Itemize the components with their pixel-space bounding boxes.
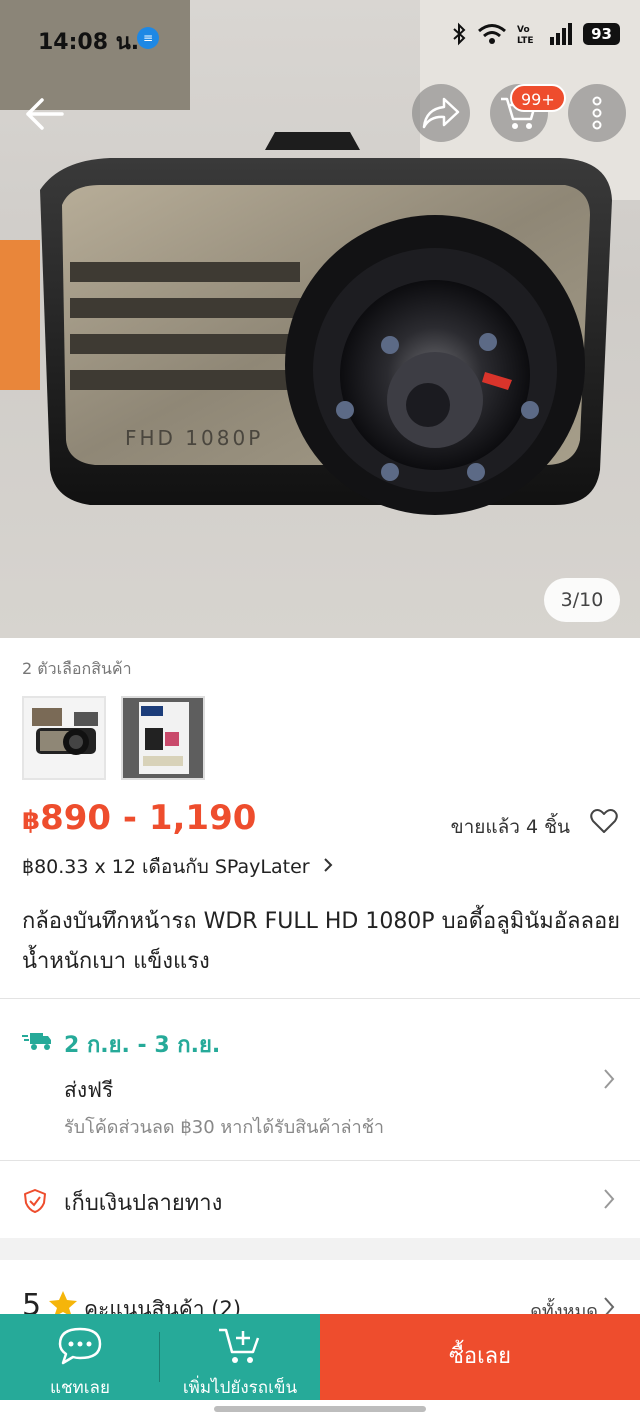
system-nav-area <box>0 1400 640 1428</box>
more-options-button[interactable] <box>568 84 626 142</box>
bluetooth-icon <box>453 22 466 46</box>
variant-thumbnail[interactable] <box>121 696 205 780</box>
currency-symbol: ฿ <box>22 806 41 836</box>
shipping-guarantee-text: รับโค้ดส่วนลด ฿30 หากได้รับสินค้าล่าช้า <box>64 1117 385 1138</box>
variants-label: 2 ตัวเลือกสินค้า <box>22 659 132 678</box>
image-counter: 3/10 <box>544 578 620 622</box>
back-button[interactable] <box>18 88 70 140</box>
variant-camera-image <box>24 698 104 778</box>
installment-link[interactable]: ฿80.33 x 12 เดือนกับ SPayLater <box>22 852 334 882</box>
wifi-icon <box>478 24 507 44</box>
product-image-carousel[interactable]: FHD 1080P 14:08 น. ≡ Vo LTE 93 99+ 3/10 <box>0 0 640 638</box>
add-cart-icon <box>219 1328 260 1363</box>
bottom-action-bar: แชทเลย เพิ่มไปยังรถเข็น ซื้อเลย <box>0 1314 640 1400</box>
status-bar: 14:08 น. ≡ Vo LTE 93 <box>0 0 640 76</box>
status-icons: Vo LTE 93 <box>451 22 620 46</box>
share-button[interactable] <box>412 84 470 142</box>
bottom-left-group: แชทเลย เพิ่มไปยังรถเข็น <box>0 1314 320 1400</box>
arrow-left-icon <box>26 98 64 130</box>
chat-button[interactable]: แชทเลย <box>0 1314 160 1400</box>
price-value: 890 - 1,190 <box>40 798 257 838</box>
chat-icon <box>58 1327 102 1365</box>
installment-text: ฿80.33 x 12 เดือนกับ SPayLater <box>22 856 310 878</box>
notification-icon: ≡ <box>137 27 159 49</box>
cart-count-badge: 99+ <box>510 84 566 112</box>
section-gap <box>0 1238 640 1260</box>
add-to-cart-button[interactable]: เพิ่มไปยังรถเข็น <box>160 1314 320 1400</box>
price-range: ฿890 - 1,190 <box>22 798 256 838</box>
buy-now-button[interactable]: ซื้อเลย <box>320 1314 640 1400</box>
cod-label: เก็บเงินปลายทาง <box>64 1191 223 1216</box>
heart-icon[interactable] <box>590 808 618 834</box>
svg-text:Vo: Vo <box>517 25 530 35</box>
share-icon <box>422 97 460 129</box>
divider <box>0 998 640 999</box>
more-vertical-icon <box>592 96 602 130</box>
chevron-right-icon <box>604 1189 615 1209</box>
chevron-right-icon <box>323 858 333 872</box>
signal-icon <box>550 23 573 45</box>
sold-count: ขายแล้ว 4 ชิ้น <box>450 816 570 838</box>
truck-icon <box>22 1033 51 1050</box>
add-to-cart-label: เพิ่มไปยังรถเข็น <box>182 1378 298 1398</box>
status-time: 14:08 น. <box>38 30 140 55</box>
variant-memory-card-image <box>123 698 203 778</box>
product-title: กล้องบันทึกหน้ารถ WDR FULL HD 1080P บอดี… <box>22 909 621 974</box>
chevron-right-icon <box>604 1069 615 1089</box>
shield-check-icon <box>24 1189 46 1213</box>
free-shipping-label: ส่งฟรี <box>64 1078 114 1102</box>
divider <box>0 1160 640 1161</box>
chat-label: แชทเลย <box>50 1378 110 1398</box>
shipping-date: 2 ก.ย. - 3 ก.ย. <box>64 1033 221 1058</box>
fhd-label: FHD 1080P <box>125 426 263 450</box>
svg-text:LTE: LTE <box>517 36 534 45</box>
battery-indicator: 93 <box>583 23 620 45</box>
variant-thumbnail[interactable] <box>22 696 106 780</box>
home-indicator[interactable] <box>214 1406 426 1412</box>
volte-icon: VoLTE <box>517 25 534 45</box>
